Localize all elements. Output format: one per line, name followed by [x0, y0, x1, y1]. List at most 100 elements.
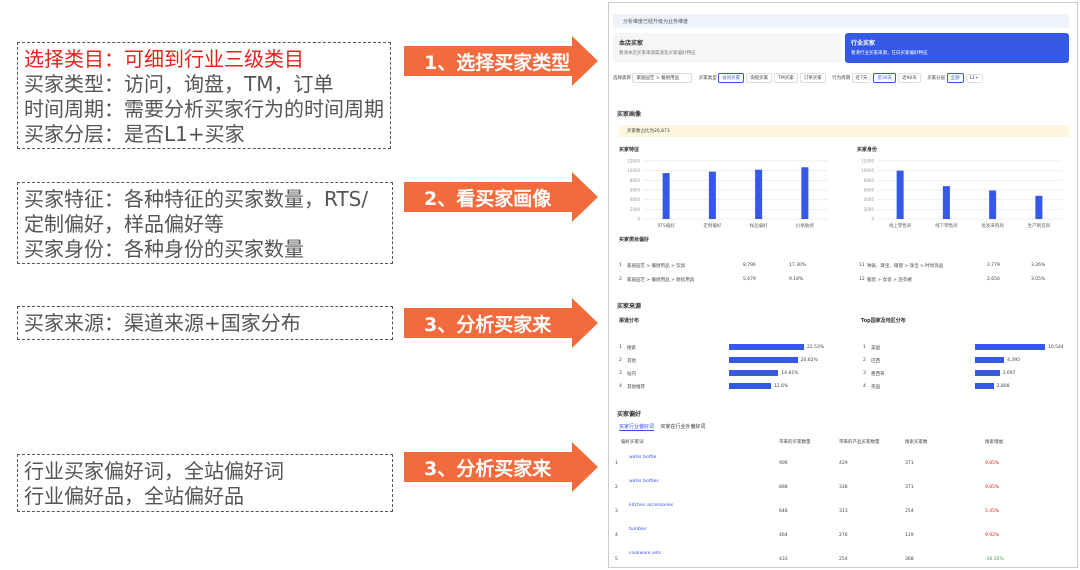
- x-tick-label: 线下零售商: [935, 222, 958, 229]
- category-select[interactable]: 家居园艺 > 餐厨用品: [632, 73, 693, 83]
- table-cell: 429: [839, 461, 848, 466]
- step-arrow-4: 3、分析买家来: [404, 442, 598, 492]
- rank-cell: 1: [619, 345, 622, 350]
- bar: [975, 370, 1000, 376]
- growth-cell: -16.35%: [985, 557, 1004, 562]
- note-buyer-preference: 行业买家偏好词，全站偏好词 行业偏好品，全站偏好品: [17, 454, 393, 512]
- table-cell: 254: [905, 509, 914, 514]
- period-7d[interactable]: 近7天: [851, 73, 872, 83]
- bar: [975, 357, 1005, 363]
- rank-cell: 3: [863, 371, 866, 376]
- table-cell: 254: [839, 557, 848, 562]
- y-tick-label: 4000: [630, 197, 641, 202]
- note-line: 选择类目：可细到行业三级类目: [24, 47, 304, 71]
- y-tick-label: 2000: [864, 207, 875, 212]
- bar: [729, 370, 779, 376]
- buyer-type-tm[interactable]: TM买家: [774, 73, 798, 83]
- table-cell: 648: [779, 509, 788, 514]
- rank-cell: 2: [615, 485, 618, 490]
- tab-industry-words[interactable]: 买家行业偏好词: [619, 424, 655, 431]
- table-header: 偏好买家词: [621, 440, 644, 445]
- y-tick-label: 4000: [864, 197, 875, 202]
- period-30d[interactable]: 近30天: [873, 73, 897, 83]
- note-line: 买家类型：访问，询盘，TM，订单: [24, 72, 334, 96]
- note-line: 买家分层：是否L1+买家: [24, 122, 245, 146]
- table-cell: 12: [859, 277, 865, 282]
- category-label: 墨西哥: [871, 372, 885, 377]
- data-label: 3,697: [1002, 371, 1016, 376]
- table-cell: 家居园艺 > 餐厨用品 > 饮具: [627, 264, 686, 269]
- note-buyer-portrait: 买家特征：各种特征的买家数量，RTS/ 定制偏好，样品偏好等 买家身份：各种身份…: [17, 182, 393, 264]
- note-buyer-source: 买家来源：渠道来源+国家分布: [17, 306, 393, 340]
- section-title: 买家偏好: [617, 411, 642, 418]
- category-label: 英国: [871, 385, 880, 390]
- table-cell: 313: [839, 509, 848, 514]
- chart-title: 买家身份: [857, 147, 878, 153]
- tab-outside-words[interactable]: 买家在行业外偏好词: [660, 424, 705, 430]
- period-90d[interactable]: 近90天: [898, 73, 921, 83]
- table-cell: 433: [779, 557, 788, 562]
- card-sub: 看清行业买家来源，在向买家偏好特征: [851, 51, 928, 56]
- table-cell: 钟表、珠宝、眼镜 > 珠宝 > 时尚饰品: [867, 264, 944, 269]
- tier-all[interactable]: 全部: [946, 73, 964, 83]
- table-cell: 3.05%: [1031, 277, 1046, 282]
- info-banner: 分析维度已经升级为业务维度: [613, 14, 1069, 28]
- y-tick-label: 10000: [627, 168, 640, 173]
- bar: [975, 344, 1045, 350]
- keyword-link: kitchen accessories: [629, 503, 674, 508]
- bar: [1035, 195, 1043, 219]
- bar: [729, 383, 771, 389]
- rank-cell: 5: [615, 557, 618, 562]
- table-header: 搜索买家数: [905, 440, 928, 445]
- filter-bar: 选择类目 家居园艺 > 餐厨用品 买家类型 访问买家 询盘买家 TM买家 订单买家 行…: [613, 73, 1069, 87]
- buyer-type-visit[interactable]: 访问买家: [718, 73, 745, 83]
- rank-cell: 4: [863, 384, 866, 389]
- y-tick-label: 0: [637, 217, 640, 222]
- x-tick-label: 生产制造商: [1028, 222, 1051, 229]
- tier-l1[interactable]: L1+: [965, 74, 983, 83]
- buyer-type-order[interactable]: 订单买家: [799, 73, 826, 83]
- bar: [975, 383, 994, 389]
- card-sub: 看清本店买家来源渠道及买家偏好特征: [619, 51, 696, 56]
- keyword-link: cookware sets: [629, 551, 662, 556]
- y-tick-label: 12000: [861, 159, 874, 164]
- note-line: 买家来源：渠道来源+国家分布: [24, 311, 301, 335]
- note-buyer-type: 选择类目：可细到行业三级类目 买家类型：访问，询盘，TM，订单 时间周期：需要分…: [17, 42, 391, 149]
- y-tick-label: 8000: [864, 178, 875, 183]
- y-tick-label: 12000: [627, 159, 640, 164]
- card-industry-buyers[interactable]: 行业买家 看清行业买家来源，在向买家偏好特征: [845, 33, 1069, 63]
- note-line: 行业偏好品，全站偏好品: [24, 484, 244, 508]
- y-tick-label: 10000: [861, 168, 874, 173]
- step-arrow-2: 2、看买家画像: [404, 172, 598, 222]
- card-title: 行业买家: [851, 40, 876, 47]
- chart-title: 买家特征: [619, 147, 640, 153]
- dashboard-screenshot: 分析维度已经升级为业务维度 本店买家 看清本店买家来源渠道及买家偏好特征 行业买…: [608, 2, 1078, 568]
- arrow-label: 1、选择买家类型: [424, 52, 571, 74]
- table-cell: 368: [905, 557, 914, 562]
- card-own-buyers[interactable]: 本店买家 看清本店买家来源渠道及买家偏好特征: [613, 33, 841, 63]
- table-cell: 3.26%: [1031, 263, 1046, 268]
- buyer-type-inquiry[interactable]: 询盘买家: [746, 73, 773, 83]
- arrow-label: 3、分析买家来: [424, 458, 552, 480]
- table-cell: 9.18%: [789, 277, 804, 282]
- table-cell: 1: [619, 263, 622, 268]
- data-label: 20.62%: [800, 358, 818, 363]
- y-tick-label: 8000: [630, 178, 641, 183]
- filter-label: 买家分层: [927, 76, 946, 81]
- bar: [801, 167, 809, 219]
- table-title: 买家类目偏好: [619, 237, 650, 243]
- filter-label: 选择类目: [613, 76, 631, 81]
- x-tick-label: 批发采购商: [981, 222, 1004, 229]
- table-cell: 906: [779, 461, 788, 466]
- data-label: 14.81%: [781, 371, 799, 376]
- note-line: 定制偏好，样品偏好等: [24, 212, 224, 236]
- chart-title: 渠道分布: [619, 318, 640, 324]
- bar: [989, 190, 997, 219]
- keyword-link: water bottle: [629, 455, 657, 460]
- preference-tabs: 买家行业偏好词 买家在行业外偏好词: [619, 423, 705, 431]
- note-line: 时间周期：需要分析买家行为的时间周期: [24, 97, 384, 121]
- rank-cell: 1: [863, 345, 866, 350]
- table-cell: 119: [905, 533, 914, 538]
- table-cell: 371: [905, 485, 914, 490]
- features-chart: 12000 10000 8000 6000 4000 2000 0 RTS偏好 定制偏好 样品偏好…: [627, 159, 828, 229]
